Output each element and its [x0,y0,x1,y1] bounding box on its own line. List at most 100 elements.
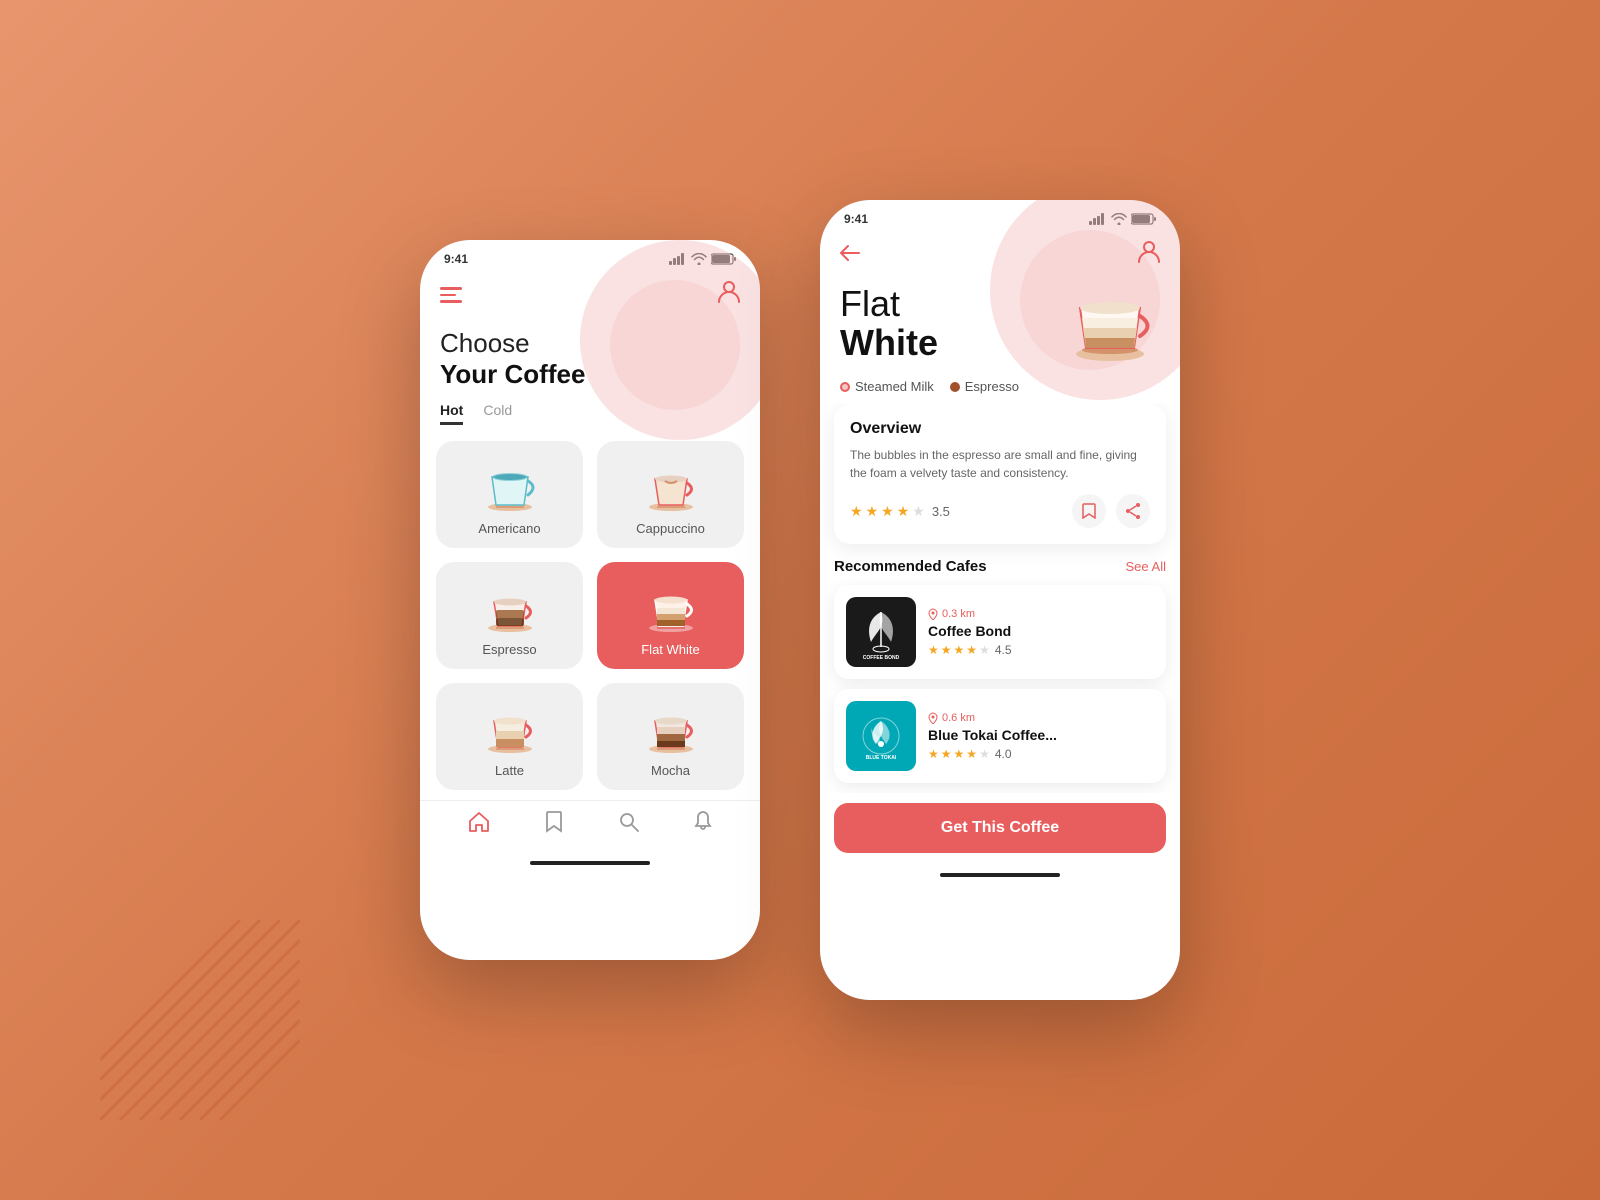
coffee-card-flat-white[interactable]: Flat White [597,562,744,669]
flat-white-title-1: Flat [840,284,938,324]
coffee-card-latte[interactable]: Latte [436,683,583,790]
nav-bar-left [420,272,760,318]
user-profile-btn-right[interactable] [1138,240,1160,270]
user-icon-right [1138,240,1160,264]
bell-icon [694,811,712,833]
bond-star-1: ★ [928,643,939,657]
coffee-bond-name: Coffee Bond [928,623,1154,639]
filter-tabs: Hot Cold [420,390,760,431]
back-button[interactable] [840,245,860,266]
blue-tokai-logo: BLUE TOKAI [846,701,916,771]
star-1: ★ [850,503,863,520]
latte-cup-icon [478,701,542,755]
time-right: 9:41 [844,212,868,226]
coffee-card-espresso[interactable]: Espresso [436,562,583,669]
coffee-name-flat-white: Flat White [641,642,700,657]
coffee-bond-logo: COFFEE BOND [846,597,916,667]
bond-star-2: ★ [941,643,952,657]
recommended-title: Recommended Cafes [834,558,987,575]
bond-star-5: ★ [979,643,990,657]
bookmark-action-btn[interactable] [1072,494,1106,528]
rating-number: 3.5 [932,504,950,519]
coffee-name-espresso: Espresso [482,642,536,657]
bookmark-icon [545,811,563,833]
cappuccino-cup-icon [639,459,703,513]
ingredient-steamed-milk: Steamed Milk [840,379,934,394]
location-icon-tokai [928,712,938,724]
get-coffee-button[interactable]: Get This Coffee [834,803,1166,853]
time-left: 9:41 [444,252,468,266]
share-action-btn[interactable] [1116,494,1150,528]
lines-decoration [100,920,300,1120]
coffee-name-americano: Americano [478,521,540,536]
right-nav-bar [820,232,1180,278]
action-icons [1072,494,1150,528]
svg-text:BLUE TOKAI: BLUE TOKAI [866,755,897,761]
filter-cold[interactable]: Cold [483,402,512,425]
bond-star-3: ★ [954,643,965,657]
bond-rating: 4.5 [995,643,1012,657]
rating-row: ★ ★ ★ ★ ★ 3.5 [850,494,1150,528]
choose-title: Choose Your Coffee [420,318,760,390]
americano-cup-icon [478,459,542,513]
phone-right: 9:41 [820,200,1180,1000]
bookmark-action-icon [1082,503,1096,519]
filter-hot[interactable]: Hot [440,402,463,425]
svg-text:COFFEE BOND: COFFEE BOND [863,655,900,661]
blue-tokai-distance: 0.6 km [928,712,1154,724]
overview-description: The bubbles in the espresso are small an… [850,446,1150,482]
steamed-milk-dot [840,382,850,392]
coffee-card-cappuccino[interactable]: Cappuccino [597,441,744,548]
flat-white-title-2: White [840,323,938,363]
user-profile-btn[interactable] [718,280,740,310]
mocha-cup-icon [639,701,703,755]
bond-star-4: ★ [966,643,977,657]
right-scroll-area[interactable]: Overview The bubbles in the espresso are… [820,404,1180,793]
cafe-card-blue-tokai[interactable]: BLUE TOKAI 0.6 km Blue Tokai Coffee... ★ [834,689,1166,783]
see-all-btn[interactable]: See All [1126,559,1166,574]
nav-search[interactable] [619,812,639,832]
tokai-rating: 4.0 [995,747,1012,761]
home-icon [468,811,490,833]
right-header: Flat White [820,278,1180,373]
phones-container: 9:41 [420,200,1180,1000]
back-arrow-icon [840,245,860,261]
nav-bookmark[interactable] [545,811,563,833]
blue-tokai-name: Blue Tokai Coffee... [928,727,1154,743]
cafe-card-coffee-bond[interactable]: COFFEE BOND 0.3 km Coffee Bond ★ ★ [834,585,1166,679]
tokai-star-4: ★ [966,747,977,761]
home-indicator-left [530,861,650,865]
blue-tokai-logo-icon: BLUE TOKAI [851,706,911,766]
nav-home[interactable] [468,811,490,833]
star-4: ★ [897,503,910,520]
coffee-bond-distance: 0.3 km [928,608,1154,620]
espresso-cup-icon [478,580,542,634]
recommended-section-header: Recommended Cafes See All [834,558,1166,575]
coffee-bond-info: 0.3 km Coffee Bond ★ ★ ★ ★ ★ 4.5 [928,608,1154,657]
overview-card: Overview The bubbles in the espresso are… [834,404,1166,544]
star-3: ★ [881,503,894,520]
dots-pattern-top-right [1240,10,1590,360]
phone-left: 9:41 [420,240,760,960]
home-indicator-right [940,873,1060,877]
search-icon [619,812,639,832]
tokai-star-2: ★ [941,747,952,761]
coffee-name-latte: Latte [495,763,524,778]
coffee-card-mocha[interactable]: Mocha [597,683,744,790]
star-2: ★ [866,503,879,520]
coffee-title-block: Flat White [840,284,938,363]
ingredients-row: Steamed Milk Espresso [820,373,1180,404]
coffee-bond-stars: ★ ★ ★ ★ ★ 4.5 [928,643,1154,657]
tokai-star-1: ★ [928,747,939,761]
hamburger-menu[interactable] [440,287,462,303]
stars-row: ★ ★ ★ ★ ★ 3.5 [850,503,950,520]
ingredient-espresso: Espresso [950,379,1019,394]
coffee-card-americano[interactable]: Americano [436,441,583,548]
coffee-name-mocha: Mocha [651,763,690,778]
coffee-bond-logo-icon: COFFEE BOND [851,602,911,662]
star-5: ★ [912,503,925,520]
overview-title: Overview [850,420,1150,438]
nav-bell[interactable] [694,811,712,833]
tokai-star-5: ★ [979,747,990,761]
tokai-star-3: ★ [954,747,965,761]
